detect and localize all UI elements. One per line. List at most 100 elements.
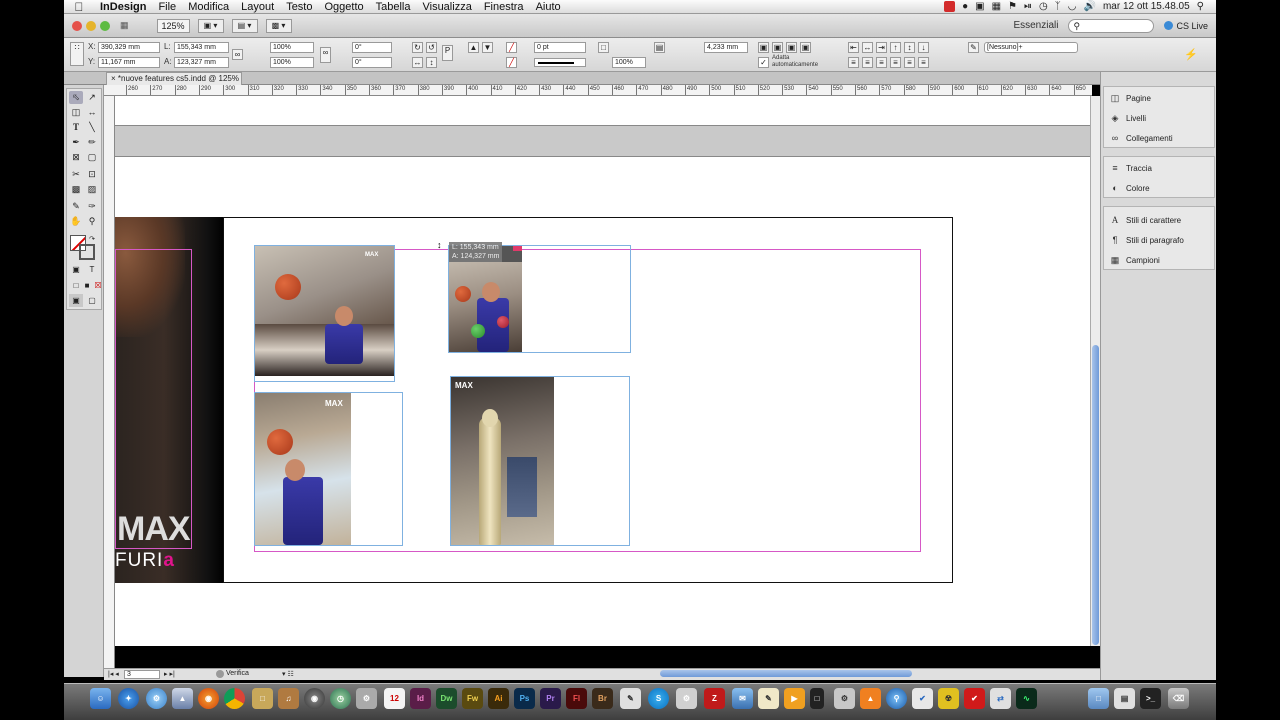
free-transform-tool-icon[interactable]: ⊡ xyxy=(85,168,99,181)
gamepad-icon[interactable]: ▣ xyxy=(975,1,984,12)
rotation-field[interactable]: 0° xyxy=(352,42,392,53)
drop-shadow-icon[interactable]: □ xyxy=(598,42,609,53)
bridge-icon[interactable]: ▦ xyxy=(120,20,129,31)
rotate-ccw-icon[interactable]: ↺ xyxy=(426,42,437,53)
first-page-icon[interactable]: |◂ ◂ xyxy=(108,670,119,678)
dock-bridge-icon[interactable]: Br xyxy=(592,688,613,709)
rectangle-frame-tool-icon[interactable]: ⊠ xyxy=(69,151,83,164)
gap-tool-icon[interactable]: ↔ xyxy=(85,106,99,119)
flag-icon[interactable]: ⚑ xyxy=(1008,1,1017,12)
page-tool-icon[interactable]: ◫ xyxy=(69,106,83,119)
align-middle-icon[interactable]: ↕ xyxy=(904,42,915,53)
menu-oggetto[interactable]: Oggetto xyxy=(318,1,369,13)
dock-illustrator-icon[interactable]: Ai xyxy=(488,688,509,709)
scissors-tool-icon[interactable]: ✂ xyxy=(69,168,83,181)
stroke-swatch-icon[interactable]: ╱ xyxy=(506,57,517,68)
panel-traccia[interactable]: ≡ Traccia xyxy=(1110,159,1152,177)
gradient-swatch-tool-icon[interactable]: ▩ xyxy=(69,183,83,196)
scale-y-field[interactable]: 100% xyxy=(270,57,314,68)
network-icon[interactable]: ⚙ xyxy=(834,688,855,709)
pencil-tool-icon[interactable]: ✏ xyxy=(85,136,99,149)
lightning-icon[interactable]: ⚡ xyxy=(1184,48,1198,61)
apply-none-icon[interactable]: ☒ xyxy=(91,279,105,292)
arrange-documents-button[interactable]: ▩ ▾ xyxy=(265,18,292,33)
constrain-proportions-icon[interactable]: ∞ xyxy=(232,49,243,60)
guitar-icon[interactable]: ♫ xyxy=(278,688,299,709)
timemachine-dock-icon[interactable]: ◷ xyxy=(330,688,351,709)
dock-dreamweaver-icon[interactable]: Dw xyxy=(436,688,457,709)
menu-tabella[interactable]: Tabella xyxy=(370,1,417,13)
distribute-5-icon[interactable]: ≡ xyxy=(904,57,915,68)
scale-x-field[interactable]: 100% xyxy=(270,42,314,53)
menu-modifica[interactable]: Modifica xyxy=(182,1,235,13)
document-tab[interactable]: × *nuove features cs5.indd @ 125% xyxy=(106,72,242,85)
y-field[interactable]: 11,167 mm xyxy=(98,57,160,68)
stroke-weight-field[interactable]: 0 pt xyxy=(534,42,586,53)
menu-app-name[interactable]: InDesign xyxy=(94,1,152,13)
menu-visualizza[interactable]: Visualizza xyxy=(416,1,477,13)
gradient-feather-tool-icon[interactable]: ▨ xyxy=(85,183,99,196)
panel-stili-paragrafo[interactable]: ¶ Stili di paragrafo xyxy=(1110,231,1184,249)
direct-selection-tool-icon[interactable]: ↗ xyxy=(85,91,99,104)
constrain-scale-icon[interactable]: ∞ xyxy=(320,47,331,63)
panel-colore[interactable]: ◐ Colore xyxy=(1110,179,1149,197)
eyedropper-tool-icon[interactable]: ✑ xyxy=(85,200,99,213)
red-app-icon[interactable]: ✔ xyxy=(964,688,985,709)
panel-livelli[interactable]: ◈ Livelli xyxy=(1110,109,1146,127)
stroke-swatch[interactable] xyxy=(79,244,95,260)
menu-layout[interactable]: Layout xyxy=(235,1,280,13)
fit-frame-icon[interactable]: ▣ xyxy=(772,42,783,53)
eject-icon[interactable]: ⏯ xyxy=(1024,1,1032,12)
preflight-menu-icon[interactable]: ▾ ☷ xyxy=(282,670,294,678)
dock-photoshop-icon[interactable]: Ps xyxy=(514,688,535,709)
rotate-cw-icon[interactable]: ↻ xyxy=(412,42,423,53)
align-center-icon[interactable]: ↔ xyxy=(862,42,873,53)
menu-finestra[interactable]: Finestra xyxy=(478,1,530,13)
distribute-1-icon[interactable]: ≡ xyxy=(848,57,859,68)
screen-mode-button[interactable]: ▤ ▾ xyxy=(231,18,258,33)
formatting-container-icon[interactable]: ▣ xyxy=(69,263,83,276)
note-tool-icon[interactable]: ✎ xyxy=(69,200,83,213)
normal-view-icon[interactable]: ▣ xyxy=(69,294,83,307)
offset-field[interactable]: 4,233 mm xyxy=(704,42,748,53)
panel-collegamenti[interactable]: ∞ Collegamenti xyxy=(1110,129,1173,147)
align-bottom-icon[interactable]: ↓ xyxy=(918,42,929,53)
document-canvas[interactable]: MAX FURIa MAX L: 155,343 mm A: 124,327 mm… xyxy=(115,96,1090,646)
shear-field[interactable]: 0° xyxy=(352,57,392,68)
flip-v-icon[interactable]: ↕ xyxy=(426,57,437,68)
dvd-icon[interactable]: ◉ xyxy=(304,688,325,709)
share-icon[interactable]: ⇄ xyxy=(990,688,1011,709)
formatting-text-icon[interactable]: T xyxy=(85,263,99,276)
firefox-icon[interactable]: ◉ xyxy=(198,688,219,709)
stroke-type-select[interactable] xyxy=(534,58,586,67)
zoom-window-icon[interactable] xyxy=(100,20,110,31)
calendar-icon[interactable]: 12 xyxy=(384,688,405,709)
reference-point-icon[interactable]: ∷ xyxy=(70,42,84,66)
align-top-icon[interactable]: ↑ xyxy=(890,42,901,53)
wifi-icon[interactable]: ◡ xyxy=(1068,1,1077,12)
distribute-3-icon[interactable]: ≡ xyxy=(876,57,887,68)
view-options-button[interactable]: ▣ ▾ xyxy=(197,18,224,33)
preferences-icon[interactable]: ⚙ xyxy=(356,688,377,709)
menu-aiuto[interactable]: Aiuto xyxy=(530,1,567,13)
bluetooth-icon[interactable]: ᛉ xyxy=(1055,1,1061,12)
line-tool-icon[interactable]: ╲ xyxy=(85,121,99,134)
close-tab-icon[interactable]: × xyxy=(111,74,116,83)
vertical-scroll-thumb[interactable] xyxy=(1092,345,1099,645)
pen-tool-icon[interactable]: ✒ xyxy=(69,136,83,149)
panel-stili-carattere[interactable]: A Stili di carattere xyxy=(1110,211,1181,229)
phone-icon[interactable]: □ xyxy=(810,688,824,709)
terminal-icon[interactable]: >_ xyxy=(1140,688,1161,709)
utility-icon[interactable]: ⚙ xyxy=(676,688,697,709)
apple-menu-icon[interactable]:  xyxy=(64,0,94,14)
downloads-stack-icon[interactable]: □ xyxy=(1088,688,1109,709)
rectangle-tool-icon[interactable]: ▢ xyxy=(85,151,99,164)
dock-flash-icon[interactable]: Fl xyxy=(566,688,587,709)
align-right-icon[interactable]: ⇥ xyxy=(876,42,887,53)
keynote-icon[interactable]: ▶ xyxy=(784,688,805,709)
photo-basketball-juggler-1[interactable]: MAX xyxy=(255,246,394,376)
panel-campioni[interactable]: ▦ Campioni xyxy=(1110,251,1160,269)
documents-stack-icon[interactable]: ▤ xyxy=(1114,688,1135,709)
p-icon[interactable]: P xyxy=(442,45,453,61)
object-style-select[interactable]: [Nessuno]+ xyxy=(984,42,1078,53)
